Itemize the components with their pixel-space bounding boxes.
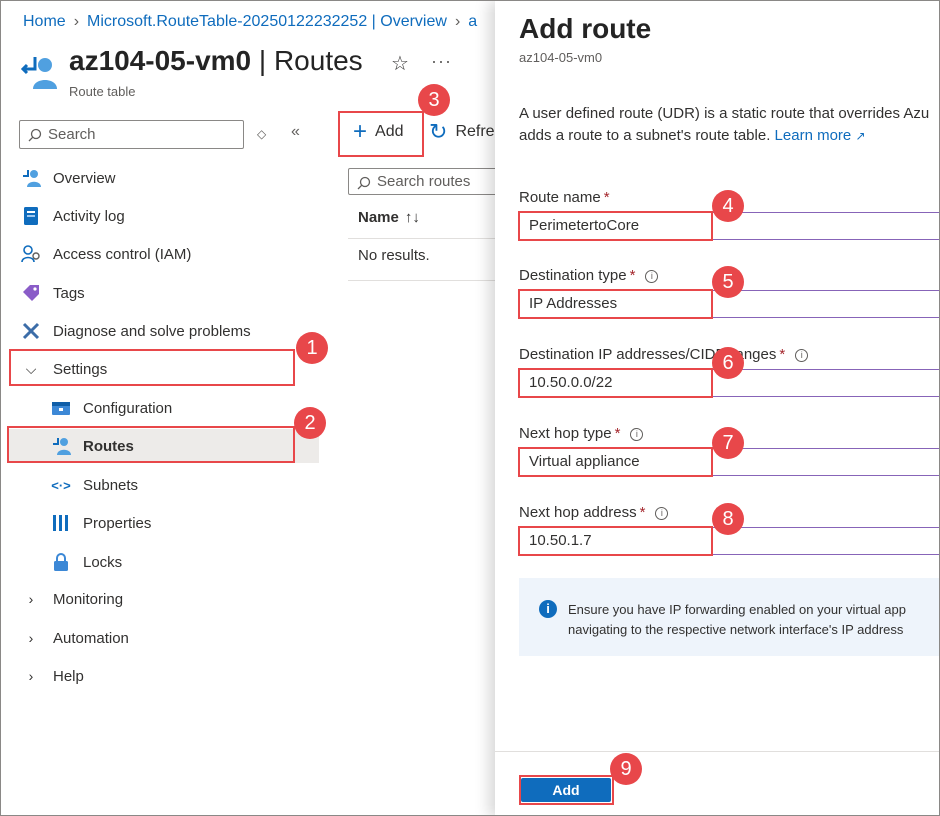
breadcrumb-resource[interactable]: Microsoft.RouteTable-20250122232252 | Ov… xyxy=(87,13,447,30)
wrench-icon xyxy=(19,321,43,341)
more-options-icon[interactable]: ··· xyxy=(431,51,452,72)
callout-badge-1: 1 xyxy=(296,332,328,364)
sidebar-item-automation[interactable]: › Automation xyxy=(19,621,319,655)
callout-badge-5: 5 xyxy=(712,266,744,298)
sidebar-search-input[interactable]: Search xyxy=(19,120,244,149)
tag-icon xyxy=(19,283,43,303)
callout-highlight-destination-ip xyxy=(518,368,713,398)
sidebar-item-configuration[interactable]: Configuration xyxy=(49,391,319,425)
configuration-icon xyxy=(49,398,73,418)
breadcrumb-home[interactable]: Home xyxy=(23,13,66,30)
subnet-icon: <·> xyxy=(51,477,71,493)
routes-search-input[interactable]: Search routes xyxy=(348,168,508,195)
add-route-panel: Add route az104-05-vm0 A user defined ro… xyxy=(495,1,939,815)
destination-type-label: Destination type * i xyxy=(519,267,659,284)
callout-badge-8: 8 xyxy=(712,503,744,535)
callout-badge-6: 6 xyxy=(712,347,744,379)
route-table-icon xyxy=(21,57,57,89)
info-icon[interactable]: i xyxy=(645,270,659,283)
sidebar-item-help[interactable]: › Help xyxy=(19,659,319,693)
column-header-name[interactable]: Name ↑↓ xyxy=(358,209,420,226)
chevron-right-icon: › xyxy=(28,630,34,646)
divider xyxy=(348,280,508,281)
search-icon xyxy=(28,128,42,142)
ip-forwarding-info-banner: i Ensure you have IP forwarding enabled … xyxy=(519,578,939,656)
sidebar-item-tags[interactable]: Tags xyxy=(19,276,319,310)
next-hop-address-label: Next hop address * i xyxy=(519,504,669,521)
info-icon[interactable]: i xyxy=(795,349,809,362)
learn-more-link[interactable]: Learn more xyxy=(775,127,852,144)
next-hop-type-label: Next hop type * i xyxy=(519,425,644,442)
sidebar-item-monitoring[interactable]: › Monitoring xyxy=(19,582,319,616)
refresh-icon: ↻ xyxy=(429,119,448,144)
properties-icon xyxy=(49,513,73,533)
info-icon[interactable]: i xyxy=(655,507,669,520)
sort-icon[interactable]: ↑↓ xyxy=(405,209,420,226)
panel-title: Add route xyxy=(519,13,652,44)
breadcrumb-overflow[interactable]: a xyxy=(468,13,477,30)
divider xyxy=(495,751,939,752)
search-icon xyxy=(357,176,371,190)
breadcrumb: Home › Microsoft.RouteTable-20250122232252… xyxy=(23,13,478,30)
chevron-right-icon: › xyxy=(28,591,34,607)
activity-log-icon xyxy=(19,206,43,226)
refresh-button[interactable]: ↻ Refres xyxy=(429,119,503,144)
page-title: az104-05-vm0 | Routes xyxy=(69,45,363,76)
sidebar-item-access-control[interactable]: Access control (IAM) xyxy=(19,237,319,271)
iam-icon xyxy=(19,244,43,264)
callout-highlight-routes xyxy=(7,426,295,463)
destination-ip-label: Destination IP addresses/CIDR ranges * i xyxy=(519,346,809,363)
callout-badge-7: 7 xyxy=(712,427,744,459)
callout-badge-2: 2 xyxy=(294,407,326,439)
route-name-label: Route name * xyxy=(519,189,610,206)
empty-grid-message: No results. xyxy=(358,247,430,264)
callout-highlight-next-hop-type xyxy=(518,447,713,477)
collapse-sidebar-icon[interactable]: « xyxy=(291,123,300,141)
panel-subtitle: az104-05-vm0 xyxy=(519,50,603,65)
callout-badge-3: 3 xyxy=(418,84,450,116)
panel-description: A user defined route (UDR) is a static r… xyxy=(519,105,930,144)
expand-collapse-icon[interactable]: ◇ xyxy=(257,127,266,141)
route-table-icon xyxy=(19,168,43,188)
sidebar-item-overview[interactable]: Overview xyxy=(19,161,319,195)
callout-highlight-next-hop-address xyxy=(518,526,713,556)
divider xyxy=(348,238,508,239)
sidebar-item-activity-log[interactable]: Activity log xyxy=(19,199,319,233)
callout-highlight-add xyxy=(338,111,424,157)
callout-highlight-settings xyxy=(9,349,295,386)
info-icon[interactable]: i xyxy=(630,428,644,441)
callout-badge-4: 4 xyxy=(712,190,744,222)
favorite-star-icon[interactable]: ☆ xyxy=(391,51,409,76)
page-subtitle: Route table xyxy=(69,84,136,99)
external-link-icon: ↗ xyxy=(855,129,866,143)
callout-highlight-destination-type xyxy=(518,289,713,319)
lock-icon xyxy=(49,552,73,572)
sidebar-item-diagnose[interactable]: Diagnose and solve problems xyxy=(19,314,319,348)
callout-badge-9: 9 xyxy=(610,753,642,785)
sidebar-item-locks[interactable]: Locks xyxy=(49,545,319,579)
chevron-right-icon: › xyxy=(28,668,34,684)
callout-highlight-add-button xyxy=(519,775,614,805)
portal-window: Home › Microsoft.RouteTable-20250122232252… xyxy=(0,0,940,816)
sidebar-item-properties[interactable]: Properties xyxy=(49,506,319,540)
sidebar-item-subnets[interactable]: <·> Subnets xyxy=(49,468,319,502)
info-circle-icon: i xyxy=(539,600,557,618)
callout-highlight-route-name xyxy=(518,211,713,241)
